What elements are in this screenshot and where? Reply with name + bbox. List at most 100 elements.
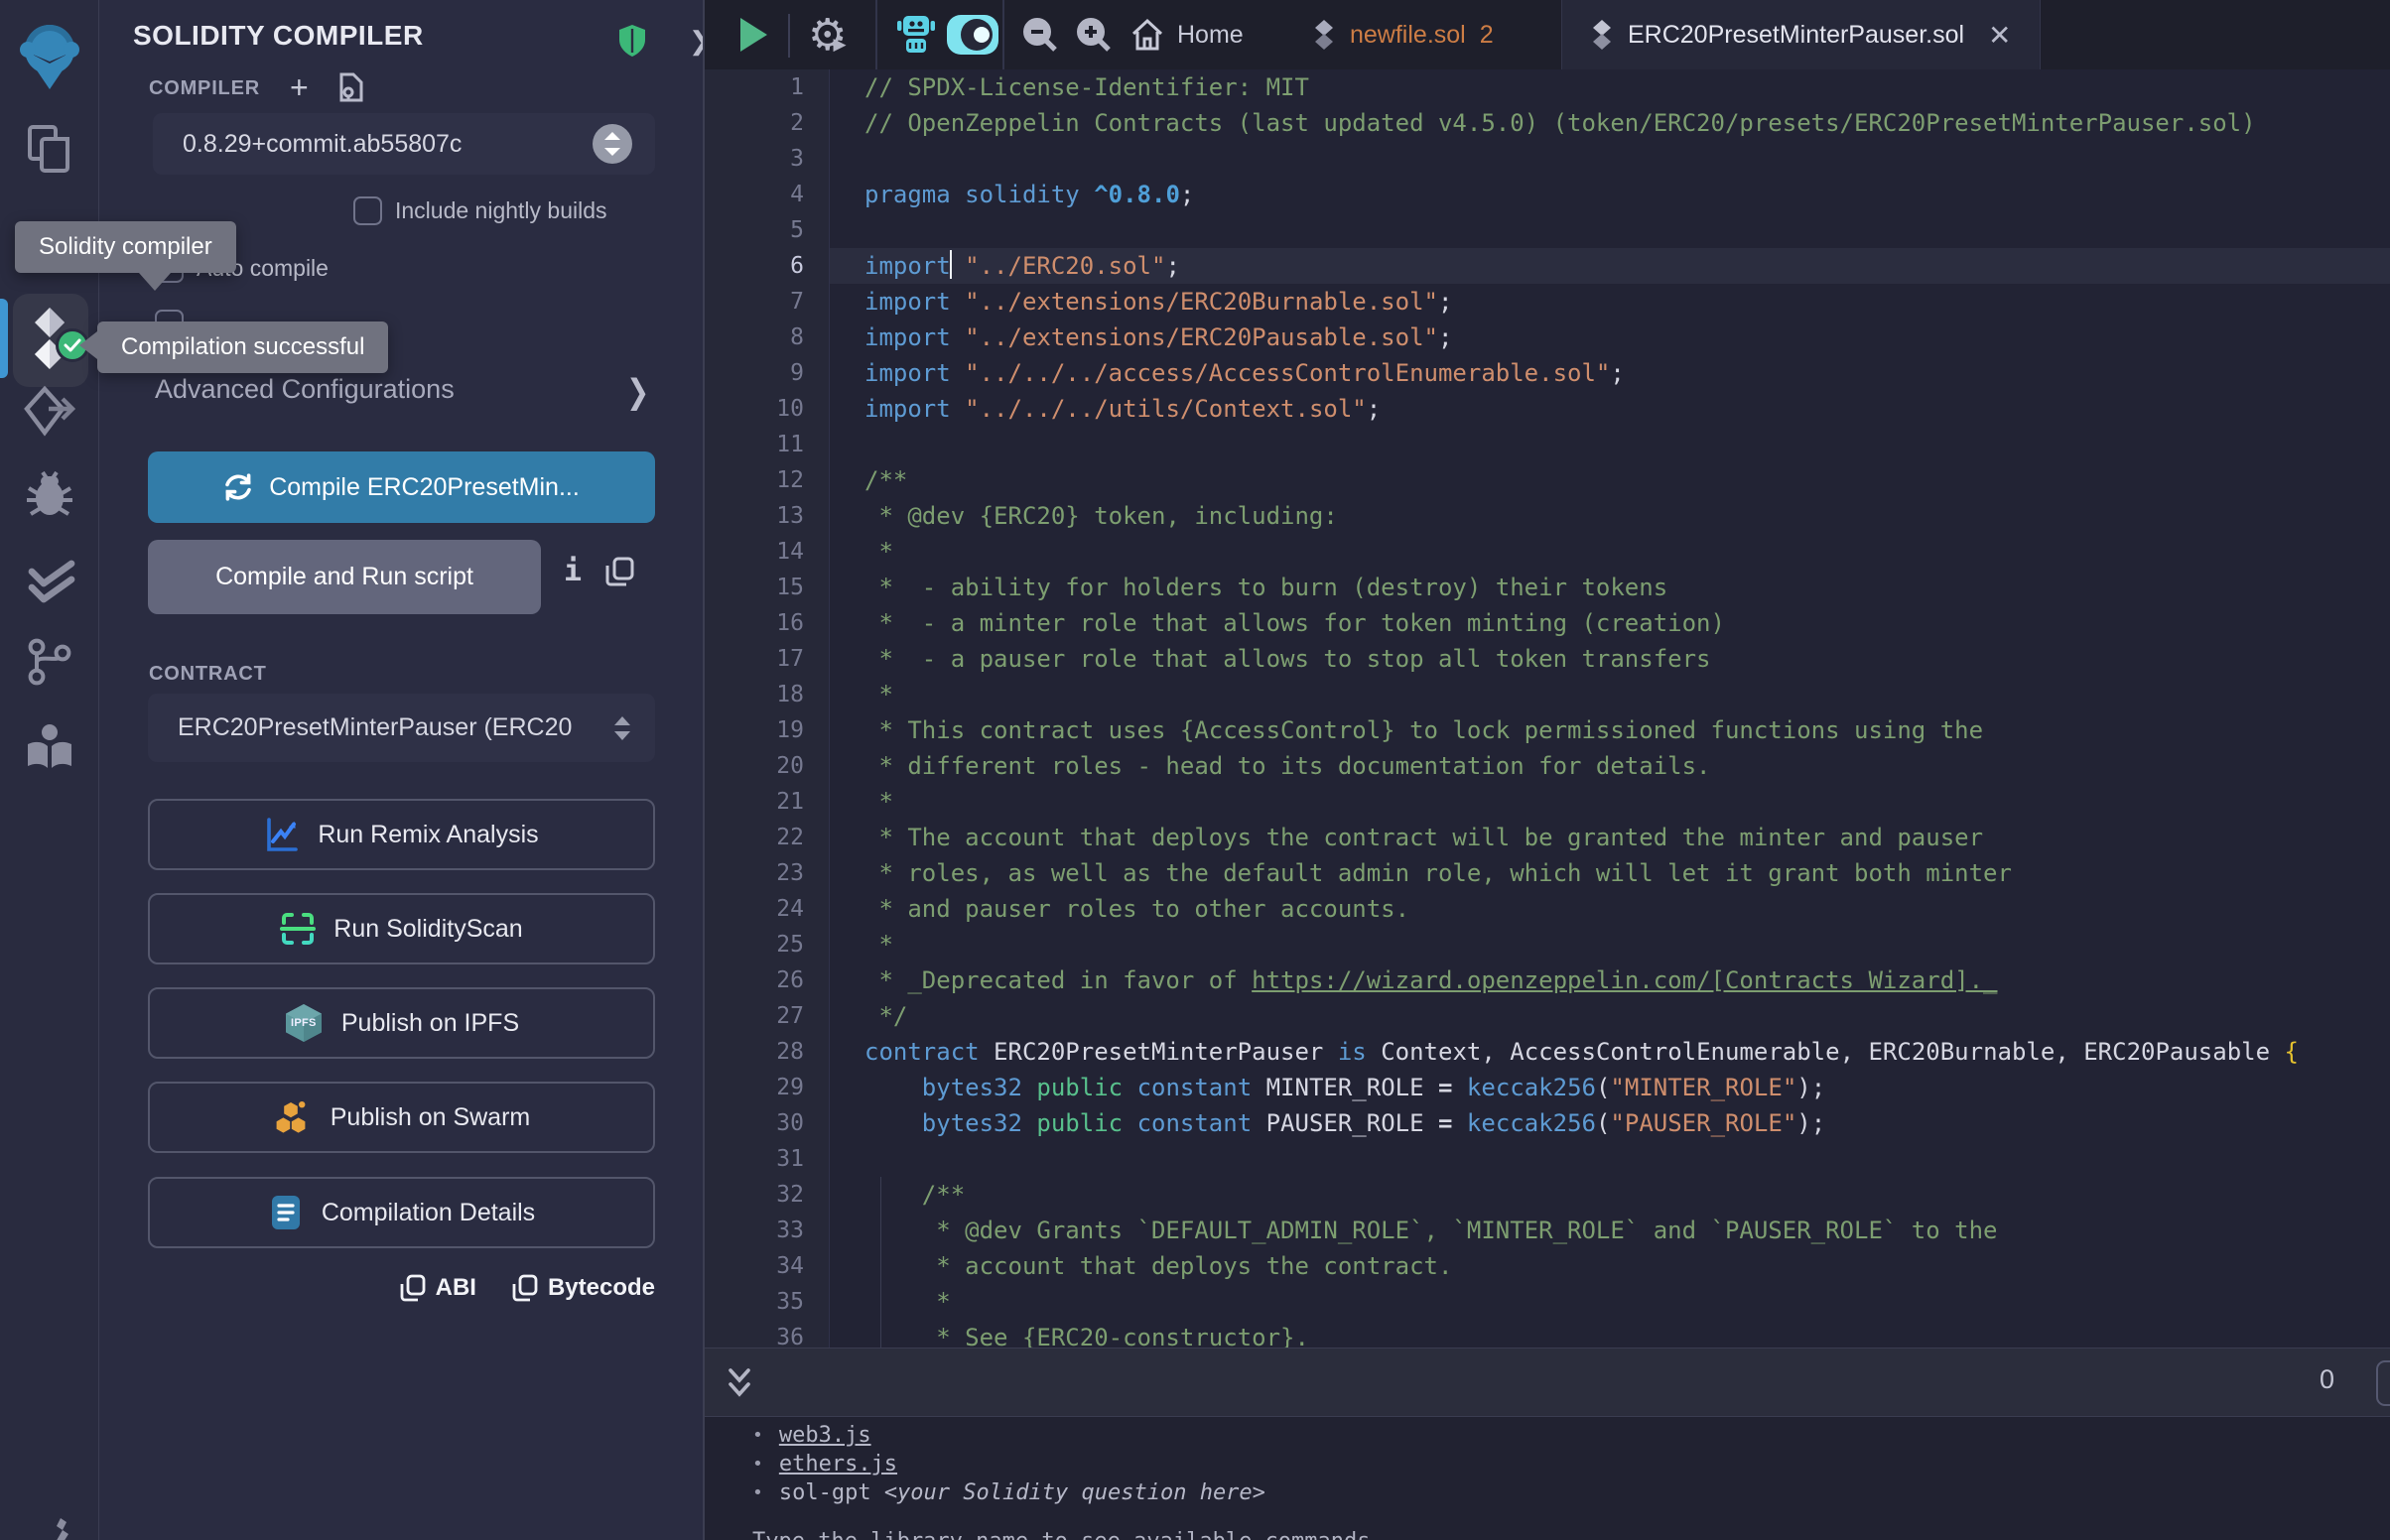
compile-button-label: Compile ERC20PresetMin... <box>269 473 580 502</box>
plugin-manager-icon[interactable] <box>0 1512 99 1540</box>
code-line-23[interactable]: 23 * roles, as well as the default admin… <box>705 855 2390 891</box>
copy-abi-button[interactable]: ABI <box>400 1274 476 1302</box>
code-line-11[interactable]: 11 <box>705 427 2390 462</box>
nightly-builds-checkbox[interactable] <box>353 196 382 225</box>
line-text <box>830 212 2390 248</box>
terminal-row: • sol-gpt <your Solidity question here> <box>752 1478 2390 1507</box>
line-text: * and pauser roles to other accounts. <box>830 891 2390 927</box>
code-line-9[interactable]: 9import "../../../access/AccessControlEn… <box>705 355 2390 391</box>
ai-toggle-switch[interactable] <box>945 0 1000 69</box>
code-line-34[interactable]: 34 * account that deploys the contract. <box>705 1248 2390 1284</box>
code-line-32[interactable]: 32 /** <box>705 1177 2390 1213</box>
code-line-6[interactable]: 6import "../ERC20.sol"; <box>705 248 2390 284</box>
code-line-19[interactable]: 19 * This contract uses {AccessControl} … <box>705 712 2390 748</box>
copy-icon <box>512 1274 538 1302</box>
code-line-33[interactable]: 33 * @dev Grants `DEFAULT_ADMIN_ROLE`, `… <box>705 1213 2390 1248</box>
code-line-4[interactable]: 4pragma solidity ^0.8.0; <box>705 177 2390 212</box>
run-solidityscan-button[interactable]: Run SolidityScan <box>148 893 655 964</box>
advanced-configurations-label[interactable]: Advanced Configurations <box>155 374 455 405</box>
terminal-search-box-partial[interactable] <box>2376 1360 2390 1406</box>
code-line-10[interactable]: 10import "../../../utils/Context.sol"; <box>705 391 2390 427</box>
web3js-link[interactable]: web3.js <box>779 1421 871 1450</box>
line-text: // SPDX-License-Identifier: MIT <box>830 69 2390 105</box>
unit-testing-icon[interactable] <box>0 558 99 613</box>
line-text: // OpenZeppelin Contracts (last updated … <box>830 105 2390 141</box>
code-line-5[interactable]: 5 <box>705 212 2390 248</box>
code-line-18[interactable]: 18 * <box>705 677 2390 712</box>
script-config-gear-icon[interactable]: ⚙▶ <box>808 0 847 69</box>
code-line-20[interactable]: 20 * different roles - head to its docum… <box>705 748 2390 784</box>
code-line-2[interactable]: 2// OpenZeppelin Contracts (last updated… <box>705 105 2390 141</box>
code-line-15[interactable]: 15 * - ability for holders to burn (dest… <box>705 570 2390 605</box>
code-line-16[interactable]: 16 * - a minter role that allows for tok… <box>705 605 2390 641</box>
code-line-29[interactable]: 29 bytes32 public constant MINTER_ROLE =… <box>705 1070 2390 1105</box>
terminal-hint: Type the library name to see available c… <box>752 1529 2390 1540</box>
run-remix-analysis-button[interactable]: Run Remix Analysis <box>148 799 655 870</box>
ethersjs-link[interactable]: ethers.js <box>779 1450 897 1478</box>
terminal-collapse-icon[interactable] <box>723 1360 756 1406</box>
code-line-31[interactable]: 31 <box>705 1141 2390 1177</box>
nightly-builds-label: Include nightly builds <box>395 196 607 225</box>
remix-logo-icon[interactable] <box>0 22 99 91</box>
run-script-play-button[interactable] <box>736 0 770 69</box>
panel-editor-divider[interactable] <box>703 0 705 1540</box>
terminal-listen-count: 0 <box>2320 1364 2334 1395</box>
compiler-version-select[interactable]: 0.8.29+commit.ab55807c <box>153 113 655 175</box>
run-remix-analysis-label: Run Remix Analysis <box>318 821 538 849</box>
code-line-17[interactable]: 17 * - a pauser role that allows to stop… <box>705 641 2390 677</box>
compilation-details-button[interactable]: Compilation Details <box>148 1177 655 1248</box>
copy-bytecode-button[interactable]: Bytecode <box>512 1274 655 1302</box>
tab-home[interactable]: Home <box>1129 0 1244 69</box>
zoom-in-icon[interactable] <box>1074 0 1114 69</box>
toolbar-group-divider <box>1002 0 1004 69</box>
learneth-icon[interactable] <box>0 720 99 776</box>
add-compiler-icon[interactable]: + <box>290 69 309 106</box>
code-line-30[interactable]: 30 bytes32 public constant PAUSER_ROLE =… <box>705 1105 2390 1141</box>
code-line-1[interactable]: 1// SPDX-License-Identifier: MIT <box>705 69 2390 105</box>
terminal-bar: 0 <box>705 1348 2390 1417</box>
code-line-12[interactable]: 12/** <box>705 462 2390 498</box>
zoom-out-icon[interactable] <box>1020 0 1060 69</box>
tab-newfile[interactable]: newfile.sol 2 <box>1312 0 1494 69</box>
copy-script-icon[interactable] <box>605 556 635 587</box>
code-line-3[interactable]: 3 <box>705 141 2390 177</box>
publish-on-ipfs-button[interactable]: IPFS Publish on IPFS <box>148 987 655 1059</box>
compile-and-run-button[interactable]: Compile and Run script <box>148 540 541 614</box>
code-line-8[interactable]: 8import "../extensions/ERC20Pausable.sol… <box>705 320 2390 355</box>
compiler-file-icon[interactable] <box>335 71 365 103</box>
code-line-22[interactable]: 22 * The account that deploys the contra… <box>705 820 2390 855</box>
compile-button[interactable]: Compile ERC20PresetMin... <box>148 451 655 523</box>
code-line-28[interactable]: 28contract ERC20PresetMinterPauser is Co… <box>705 1034 2390 1070</box>
code-line-24[interactable]: 24 * and pauser roles to other accounts. <box>705 891 2390 927</box>
git-icon[interactable] <box>0 635 99 689</box>
code-line-7[interactable]: 7import "../extensions/ERC20Burnable.sol… <box>705 284 2390 320</box>
close-tab-icon[interactable]: ✕ <box>1988 19 2011 52</box>
line-number: 6 <box>705 248 830 284</box>
line-text: * The account that deploys the contract … <box>830 820 2390 855</box>
code-line-13[interactable]: 13 * @dev {ERC20} token, including: <box>705 498 2390 534</box>
code-line-21[interactable]: 21 * <box>705 784 2390 820</box>
refresh-icon <box>223 472 253 502</box>
tab-erc20presetminterpauser[interactable]: ERC20PresetMinterPauser.sol ✕ <box>1561 0 2041 69</box>
deploy-and-run-icon[interactable] <box>0 385 99 439</box>
line-number: 17 <box>705 641 830 677</box>
sol-gpt-command: sol-gpt <your Solidity question here> <box>779 1478 1265 1507</box>
ai-assistant-robot-icon[interactable] <box>895 0 937 69</box>
compile-and-run-label: Compile and Run script <box>215 563 473 591</box>
code-line-26[interactable]: 26 * _Deprecated in favor of https://wiz… <box>705 962 2390 998</box>
line-number: 8 <box>705 320 830 355</box>
advanced-expand-icon[interactable]: ❯ <box>626 372 649 412</box>
debugger-icon[interactable] <box>0 468 99 522</box>
remix-ide-window: SOLIDITY COMPILER ❯ COMPILER + 0.8.29+co… <box>0 0 2390 1540</box>
file-explorer-icon[interactable] <box>0 121 99 177</box>
info-icon[interactable]: i <box>564 554 582 588</box>
publish-on-swarm-button[interactable]: Publish on Swarm <box>148 1082 655 1153</box>
code-line-35[interactable]: 35 * <box>705 1284 2390 1320</box>
code-line-14[interactable]: 14 * <box>705 534 2390 570</box>
line-number: 3 <box>705 141 830 177</box>
code-line-27[interactable]: 27 */ <box>705 998 2390 1034</box>
bullet-icon: • <box>752 1450 763 1478</box>
shield-icon[interactable] <box>617 24 647 58</box>
contract-select[interactable]: ERC20PresetMinterPauser (ERC20 <box>148 694 655 762</box>
code-line-25[interactable]: 25 * <box>705 927 2390 962</box>
